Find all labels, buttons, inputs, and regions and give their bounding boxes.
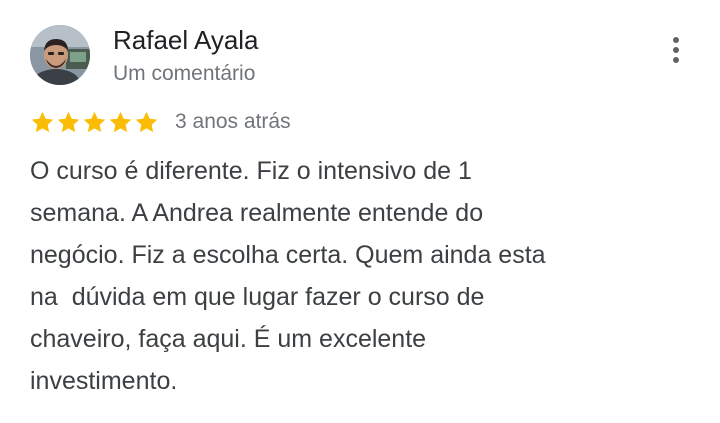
star-icon	[30, 110, 55, 135]
review-card: Rafael Ayala Um comentário 3 anos atrás …	[0, 0, 720, 423]
review-text-line: na dúvida em que lugar fazer o curso de	[30, 283, 485, 311]
avatar-photo	[30, 25, 90, 85]
star-icon	[56, 110, 81, 135]
star-icon	[82, 110, 107, 135]
review-time: 3 anos atrás	[175, 110, 291, 133]
review-text-line: semana. A Andrea realmente entende do	[30, 199, 484, 227]
more-vert-icon-dot	[673, 47, 679, 53]
more-options-button[interactable]	[660, 30, 692, 70]
review-text-line: chaveiro, faça aqui. É um excelente	[30, 325, 427, 353]
star-icon	[108, 110, 133, 135]
star-icon	[134, 110, 159, 135]
review-text: O curso é diferente. Fiz o intensivo de …	[30, 150, 670, 402]
rating-row: 3 anos atrás	[30, 106, 291, 138]
review-text-line: negócio. Fiz a escolha certa. Quem ainda…	[30, 241, 546, 269]
review-text-line: investimento.	[30, 367, 178, 395]
more-vert-icon-dot	[673, 57, 679, 63]
author-review-count: Um comentário	[113, 62, 256, 85]
avatar[interactable]	[30, 25, 90, 85]
review-text-line: O curso é diferente. Fiz o intensivo de …	[30, 157, 472, 185]
more-vert-icon	[673, 37, 679, 43]
star-rating	[30, 110, 159, 135]
author-name[interactable]: Rafael Ayala	[113, 24, 259, 56]
